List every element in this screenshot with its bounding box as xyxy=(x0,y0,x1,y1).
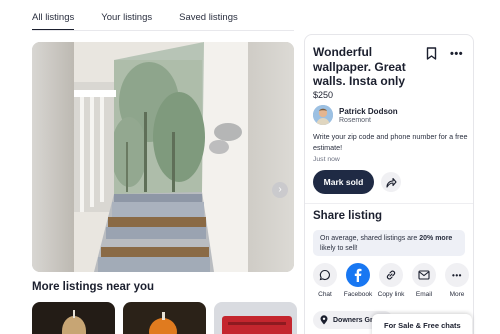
listing-photo[interactable]: › xyxy=(32,42,294,272)
share-email-button[interactable]: Email xyxy=(408,263,440,298)
tab-all-listings[interactable]: All listings xyxy=(32,0,75,30)
share-options: Chat Facebook Copy link Email ••• More xyxy=(309,263,473,298)
share-more-label: More xyxy=(449,291,465,298)
listing-card[interactable] xyxy=(214,302,297,334)
email-icon xyxy=(418,270,430,280)
tab-saved-listings[interactable]: Saved listings xyxy=(179,0,238,30)
seller-name[interactable]: Patrick Dodson xyxy=(339,107,398,116)
link-icon xyxy=(386,270,396,280)
share-chat-label: Chat xyxy=(318,291,332,298)
share-chat-button[interactable]: Chat xyxy=(309,263,341,298)
share-email-label: Email xyxy=(415,291,433,298)
listing-price: $250 xyxy=(313,90,334,100)
location-pin-icon xyxy=(320,315,328,325)
mark-sold-button[interactable]: Mark sold xyxy=(313,170,374,194)
chevron-right-icon: › xyxy=(278,184,282,195)
share-tip-suffix: likely to sell! xyxy=(320,244,358,252)
share-copy-link-button[interactable]: Copy link xyxy=(375,263,407,298)
share-more-button[interactable]: ••• More xyxy=(441,263,473,298)
listing-card[interactable] xyxy=(123,302,206,334)
avatar[interactable] xyxy=(313,105,333,125)
listing-title: Wonderful wallpaper. Great walls. Insta … xyxy=(313,45,406,88)
location-chip-label: Downers Gr xyxy=(333,316,373,324)
staircase-photo xyxy=(74,42,248,272)
listing-description: Write your zip code and phone number for… xyxy=(313,132,468,152)
share-tip: On average, shared listings are 20% more… xyxy=(313,230,465,256)
listing-details-panel: Wonderful wallpaper. Great walls. Insta … xyxy=(304,34,474,334)
posted-time: Just now xyxy=(313,156,340,163)
share-tip-bold: 20% more xyxy=(419,235,453,242)
bookmark-icon[interactable] xyxy=(426,47,437,60)
share-listing-title: Share listing xyxy=(313,210,383,222)
tab-your-listings[interactable]: Your listings xyxy=(101,0,152,30)
listing-card[interactable] xyxy=(32,302,115,334)
share-facebook-button[interactable]: Facebook xyxy=(342,263,374,298)
photo-blur-right xyxy=(248,42,294,272)
share-tip-prefix: On average, shared listings are xyxy=(320,235,420,242)
more-listings-title: More listings near you xyxy=(32,281,155,293)
more-listings-row xyxy=(32,302,297,334)
more-dots-icon: ••• xyxy=(452,270,462,280)
share-facebook-label: Facebook xyxy=(343,291,373,298)
next-photo-button[interactable]: › xyxy=(272,182,288,198)
listing-tabs: All listings Your listings Saved listing… xyxy=(32,0,265,30)
more-options-icon[interactable]: ••• xyxy=(450,48,463,60)
facebook-icon xyxy=(354,268,362,282)
chats-bar[interactable]: For Sale & Free chats xyxy=(372,314,472,334)
panel-divider xyxy=(305,203,473,204)
seller-location: Rosemont xyxy=(339,117,371,124)
tabs-divider xyxy=(32,30,294,31)
photo-blur-left xyxy=(32,42,74,272)
share-button[interactable] xyxy=(381,172,401,192)
share-arrow-icon xyxy=(385,177,397,188)
share-copy-link-label: Copy link xyxy=(377,291,405,298)
chat-bubble-icon xyxy=(319,269,330,281)
